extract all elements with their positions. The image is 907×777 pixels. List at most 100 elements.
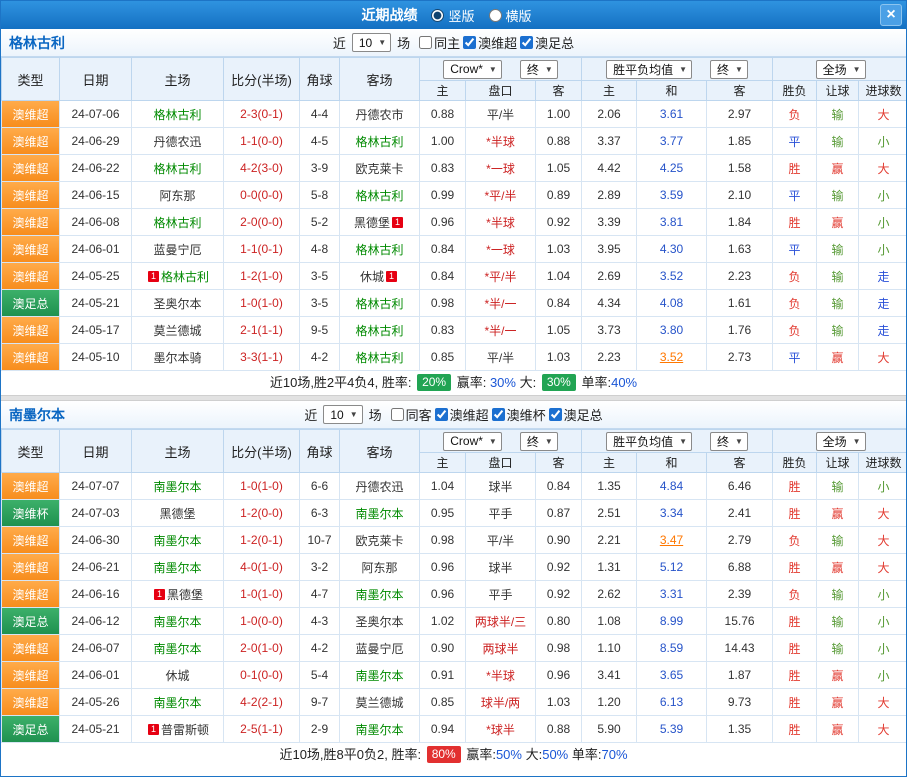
cell-goals: 大 xyxy=(859,101,907,128)
cell-score: 4-0(1-0) xyxy=(224,554,300,581)
cell-league: 澳维超 xyxy=(2,101,60,128)
table-row: 澳维超24-06-22格林古利4-2(3-0)3-9欧克莱卡0.83*一球1.0… xyxy=(2,155,907,182)
league-checkbox[interactable] xyxy=(492,408,505,421)
cell-team: 莫兰德城 xyxy=(132,317,224,344)
cell-team: 休城 xyxy=(132,662,224,689)
same-venue-filter[interactable]: 同客 xyxy=(391,405,432,424)
league-filter[interactable]: 澳足总 xyxy=(520,33,574,52)
same-venue-checkbox-0[interactable] xyxy=(419,36,432,49)
league-checkbox[interactable] xyxy=(435,408,448,421)
odds-final-select[interactable]: 终▼ xyxy=(520,432,558,451)
cell-odds-away: 0.92 xyxy=(536,209,582,236)
cell-team: 欧克莱卡 xyxy=(340,155,420,182)
layout-option-vertical[interactable]: 竖版 xyxy=(431,6,474,25)
chevron-down-icon: ▼ xyxy=(378,38,386,47)
cell-odds-away: 0.90 xyxy=(536,527,582,554)
cell-avg-draw: 4.30 xyxy=(637,236,707,263)
avg-final-select[interactable]: 终▼ xyxy=(710,60,748,79)
cell-handicap-result: 输 xyxy=(817,635,859,662)
games-label: 场 xyxy=(369,405,382,424)
odds-final-select-value: 终 xyxy=(527,61,539,78)
cell-handicap-result: 赢 xyxy=(817,689,859,716)
table-row: 澳维超24-06-01休城0-1(0-0)5-4南墨尔本0.91*半球0.963… xyxy=(2,662,907,689)
table-row: 澳足总24-06-12南墨尔本1-0(0-0)4-3圣奥尔本1.02两球半/三0… xyxy=(2,608,907,635)
scope-select[interactable]: 全场▼ xyxy=(816,432,866,451)
match-count-select[interactable]: 10 ▼ xyxy=(352,33,391,52)
same-venue-checkbox-1[interactable] xyxy=(391,408,404,421)
cell-goals: 小 xyxy=(859,209,907,236)
match-count-select[interactable]: 10 ▼ xyxy=(323,405,362,424)
avg-type-select[interactable]: 胜平负均值▼ xyxy=(606,432,692,451)
cell-odds-away: 0.96 xyxy=(536,662,582,689)
table-row: 澳维超24-06-30南墨尔本1-2(0-1)10-7欧克莱卡0.98平/半0.… xyxy=(2,527,907,554)
league-checkbox[interactable] xyxy=(463,36,476,49)
cell-result: 胜 xyxy=(773,716,817,743)
layout-option-horizontal[interactable]: 横版 xyxy=(489,6,532,25)
cell-avg-away: 2.73 xyxy=(707,344,773,371)
scope-select-value: 全场 xyxy=(823,61,847,78)
league-filter-label: 澳维杯 xyxy=(507,405,546,424)
cell-corners: 3-5 xyxy=(300,290,340,317)
scope-group-header: 全场▼ xyxy=(773,430,907,453)
avg-type-select[interactable]: 胜平负均值▼ xyxy=(606,60,692,79)
league-badge: 澳维超 xyxy=(2,554,59,580)
cell-handicap-result: 输 xyxy=(817,101,859,128)
close-button[interactable]: × xyxy=(880,4,902,26)
footer-text: 50% xyxy=(496,747,522,762)
odds-final-select[interactable]: 终▼ xyxy=(520,60,558,79)
table-row: 澳维杯24-07-03黑德堡1-2(0-0)6-3南墨尔本0.95平手0.872… xyxy=(2,500,907,527)
league-checkbox[interactable] xyxy=(520,36,533,49)
cell-handicap: *球半 xyxy=(466,716,536,743)
avg-final-select[interactable]: 终▼ xyxy=(710,432,748,451)
cell-date: 24-06-22 xyxy=(60,155,132,182)
cell-date: 24-05-21 xyxy=(60,290,132,317)
cell-result: 胜 xyxy=(773,209,817,236)
vertical-layout-radio[interactable] xyxy=(431,9,444,22)
league-filter[interactable]: 澳足总 xyxy=(549,405,603,424)
team-name: 丹德农迅 xyxy=(355,480,403,494)
league-filter[interactable]: 澳维超 xyxy=(463,33,517,52)
cell-odds-home: 0.84 xyxy=(420,263,466,290)
scope-select[interactable]: 全场▼ xyxy=(816,60,866,79)
cell-league: 澳维超 xyxy=(2,689,60,716)
chevron-down-icon: ▼ xyxy=(545,437,553,446)
cell-goals: 小 xyxy=(859,608,907,635)
table-row: 澳维超24-06-15阿东那0-0(0-0)5-8格林古利0.99*平/半0.8… xyxy=(2,182,907,209)
league-checkbox[interactable] xyxy=(549,408,562,421)
cell-goals: 走 xyxy=(859,317,907,344)
cell-handicap: *半/一 xyxy=(466,317,536,344)
bookmaker-select[interactable]: Crow*▼ xyxy=(443,60,502,79)
team-name: 南墨尔本 xyxy=(153,696,201,710)
near-label: 近 xyxy=(304,405,317,424)
cell-odds-away: 1.03 xyxy=(536,689,582,716)
table-body-1: 澳维超24-07-07南墨尔本1-0(1-0)6-6丹德农迅1.04球半0.84… xyxy=(2,473,907,743)
team-name: 圣奥尔本 xyxy=(355,615,403,629)
cell-handicap-result: 输 xyxy=(817,290,859,317)
team-name: 圣奥尔本 xyxy=(153,297,201,311)
cell-team: 1黑德堡 xyxy=(132,581,224,608)
odds-group-header: Crow*▼ 终▼ xyxy=(420,430,582,453)
cell-avg-draw: 3.59 xyxy=(637,182,707,209)
team-name: 南墨尔本 xyxy=(355,588,403,602)
same-venue-filter[interactable]: 同主 xyxy=(419,33,460,52)
cell-corners: 3-2 xyxy=(300,554,340,581)
league-filter[interactable]: 澳维超 xyxy=(435,405,489,424)
cell-result: 胜 xyxy=(773,554,817,581)
cell-score: 4-2(2-1) xyxy=(224,689,300,716)
league-filter[interactable]: 澳维杯 xyxy=(492,405,546,424)
cell-handicap-result: 赢 xyxy=(817,662,859,689)
cell-date: 24-07-03 xyxy=(60,500,132,527)
team-name: 格林古利 xyxy=(355,324,403,338)
cell-goals: 小 xyxy=(859,635,907,662)
cell-avg-home: 5.90 xyxy=(582,716,637,743)
horizontal-layout-radio[interactable] xyxy=(489,9,502,22)
team-name: 格林古利 xyxy=(153,216,201,230)
cell-team: 南墨尔本 xyxy=(340,662,420,689)
bookmaker-select[interactable]: Crow*▼ xyxy=(443,432,502,451)
cell-handicap-result: 赢 xyxy=(817,500,859,527)
footer-text: 赢率: xyxy=(463,747,496,762)
cell-odds-away: 0.98 xyxy=(536,635,582,662)
cell-avg-away: 15.76 xyxy=(707,608,773,635)
sub-result: 胜负 xyxy=(773,453,817,473)
cell-handicap: 两球半/三 xyxy=(466,608,536,635)
